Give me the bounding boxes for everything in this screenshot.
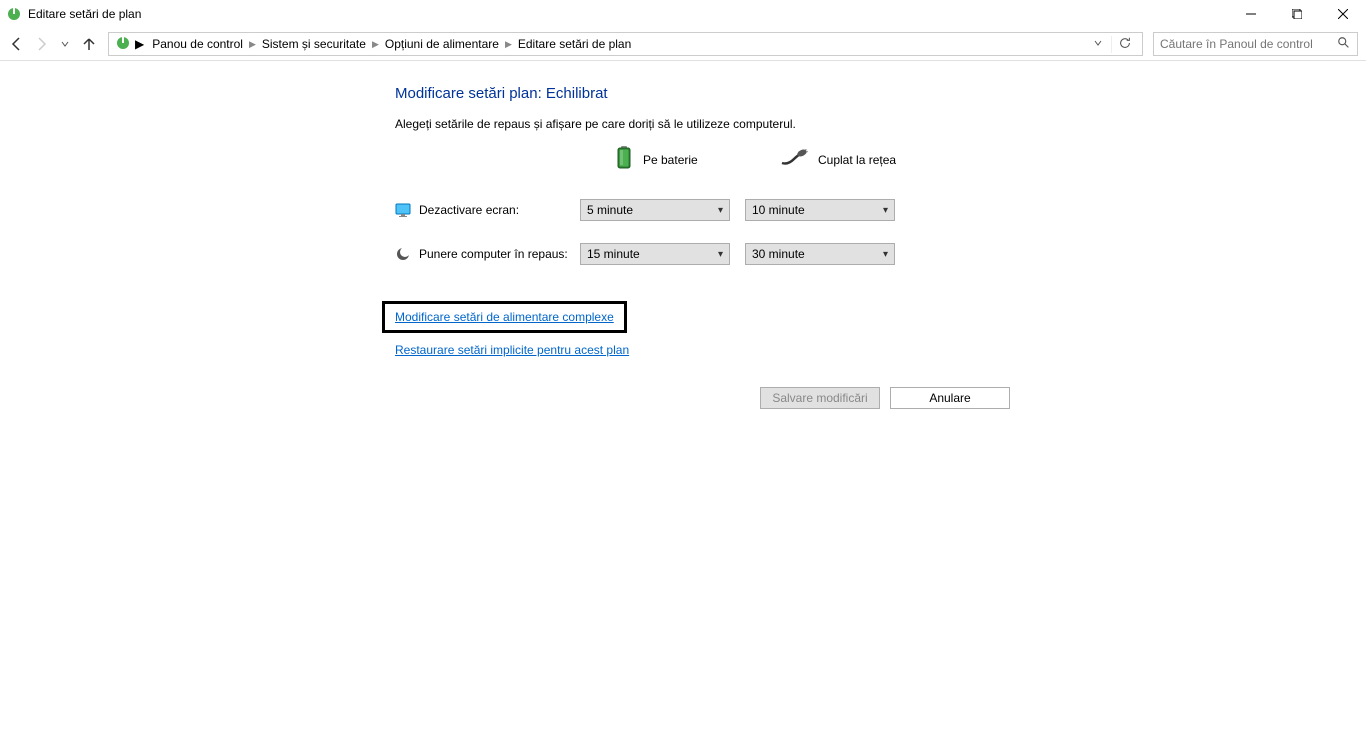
address-dropdown-icon[interactable] (1089, 37, 1107, 51)
content-area: Modificare setări plan: Echilibrat Alege… (0, 60, 1366, 409)
breadcrumb-item[interactable]: Opțiuni de alimentare (381, 35, 503, 53)
highlighted-link-box: Modificare setări de alimentare complexe (382, 301, 627, 333)
chevron-down-icon: ▾ (883, 249, 888, 260)
power-options-icon (6, 6, 22, 22)
select-value: 10 minute (752, 203, 805, 217)
moon-icon (395, 246, 411, 262)
cancel-button[interactable]: Anulare (890, 387, 1010, 409)
forward-button[interactable] (32, 35, 50, 53)
sleep-label: Punere computer în repaus: (419, 247, 568, 261)
battery-icon (615, 146, 633, 173)
display-off-plugged-select[interactable]: 10 minute ▾ (745, 199, 895, 221)
advanced-settings-link[interactable]: Modificare setări de alimentare complexe (395, 310, 614, 324)
restore-defaults-link[interactable]: Restaurare setări implicite pentru acest… (395, 343, 629, 357)
page-subtitle: Alegeți setările de repaus și afișare pe… (395, 117, 1366, 131)
plug-icon (780, 149, 808, 170)
up-button[interactable] (80, 35, 98, 53)
display-off-battery-select[interactable]: 5 minute ▾ (580, 199, 730, 221)
window-title: Editare setări de plan (28, 7, 141, 21)
address-bar[interactable]: ▶ Panou de control ▶ Sistem și securitat… (108, 32, 1143, 56)
breadcrumb-item[interactable]: Panou de control (148, 35, 247, 53)
display-off-label: Dezactivare ecran: (419, 203, 519, 217)
sleep-battery-select[interactable]: 15 minute ▾ (580, 243, 730, 265)
select-value: 30 minute (752, 247, 805, 261)
chevron-right-icon[interactable]: ▶ (503, 39, 514, 50)
chevron-down-icon: ▾ (718, 205, 723, 216)
nav-bar: ▶ Panou de control ▶ Sistem și securitat… (0, 28, 1366, 60)
select-value: 15 minute (587, 247, 640, 261)
close-button[interactable] (1320, 0, 1366, 28)
back-button[interactable] (8, 35, 26, 53)
search-box[interactable] (1153, 32, 1358, 56)
chevron-down-icon: ▾ (883, 205, 888, 216)
sleep-plugged-select[interactable]: 30 minute ▾ (745, 243, 895, 265)
breadcrumb-item[interactable]: Sistem și securitate (258, 35, 370, 53)
recent-dropdown-icon[interactable] (56, 35, 74, 53)
search-icon[interactable] (1337, 36, 1351, 53)
maximize-button[interactable] (1274, 0, 1320, 28)
power-options-icon (115, 35, 131, 54)
page-title: Modificare setări plan: Echilibrat (395, 85, 1366, 102)
search-input[interactable] (1160, 37, 1337, 51)
breadcrumb-item[interactable]: Editare setări de plan (514, 35, 635, 53)
title-bar: Editare setări de plan (0, 0, 1366, 28)
battery-column-label: Pe baterie (643, 153, 698, 167)
display-icon (395, 202, 411, 218)
breadcrumb: Panou de control ▶ Sistem și securitate … (148, 35, 1085, 53)
save-button[interactable]: Salvare modificări (760, 387, 880, 409)
chevron-right-icon[interactable]: ▶ (135, 37, 144, 51)
chevron-down-icon: ▾ (718, 249, 723, 260)
refresh-button[interactable] (1111, 36, 1138, 53)
chevron-right-icon[interactable]: ▶ (370, 39, 381, 50)
minimize-button[interactable] (1228, 0, 1274, 28)
select-value: 5 minute (587, 203, 633, 217)
chevron-right-icon[interactable]: ▶ (247, 39, 258, 50)
plugged-column-label: Cuplat la rețea (818, 153, 896, 167)
